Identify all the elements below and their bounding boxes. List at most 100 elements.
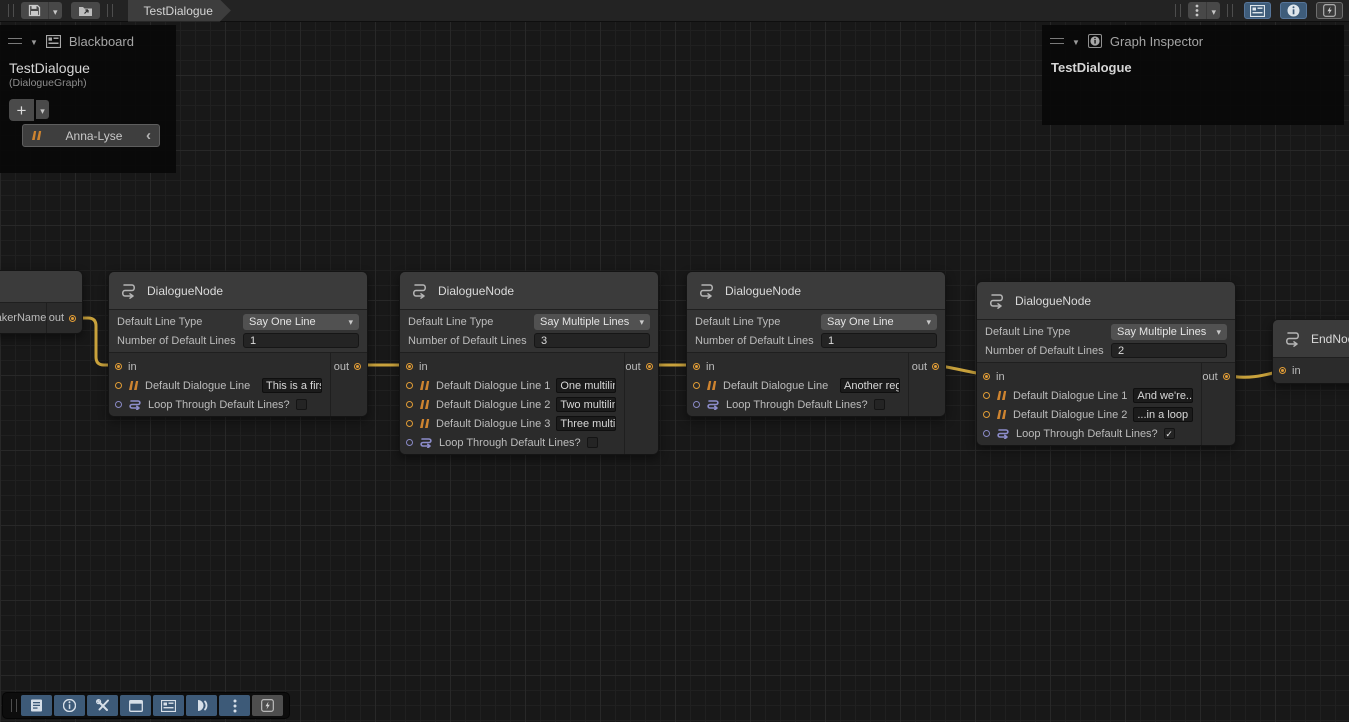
num-lines-field[interactable]: 1 xyxy=(243,333,359,348)
start-node[interactable]: StartNode SpeakerName out xyxy=(0,270,83,334)
panel-drag-handle-icon[interactable] xyxy=(1050,38,1064,44)
dialogue-line-port[interactable] xyxy=(406,401,413,408)
node-header[interactable]: DialogueNode xyxy=(400,272,658,310)
node-title: DialogueNode xyxy=(147,284,223,298)
end-node[interactable]: EndNode in xyxy=(1272,319,1349,384)
toolbar-drag-handle[interactable] xyxy=(8,4,14,17)
save-button[interactable] xyxy=(21,2,48,19)
dialogue-node-4[interactable]: DialogueNode Default Line Type Say Multi… xyxy=(976,281,1236,446)
inspector-toggle-button[interactable] xyxy=(1280,2,1307,19)
options-dropdown-button[interactable] xyxy=(1206,2,1220,19)
out-port[interactable] xyxy=(1223,373,1230,380)
num-lines-field[interactable]: 2 xyxy=(1111,343,1227,358)
loop-port[interactable] xyxy=(115,401,122,408)
panel-drag-handle-icon[interactable] xyxy=(8,38,22,44)
blackboard-icon xyxy=(46,35,61,48)
dialogue-line-port[interactable] xyxy=(693,382,700,389)
num-lines-field[interactable]: 1 xyxy=(821,333,937,348)
dialogue-line-label: Default Dialogue Line 2 xyxy=(1013,409,1127,421)
node-header[interactable]: StartNode xyxy=(0,271,82,303)
toolbar-drag-handle[interactable] xyxy=(107,4,113,17)
num-lines-field[interactable]: 3 xyxy=(534,333,650,348)
preview-toggle-button[interactable] xyxy=(1316,2,1343,19)
inspector-button[interactable] xyxy=(54,695,85,716)
save-dropdown-button[interactable] xyxy=(48,2,62,19)
dialogue-line-field[interactable]: One multiline xyxy=(556,378,616,393)
out-port[interactable] xyxy=(354,363,361,370)
dialogue-line-port[interactable] xyxy=(406,382,413,389)
line-type-dropdown[interactable]: Say Multiple Lines xyxy=(534,314,650,330)
open-asset-button[interactable] xyxy=(71,2,100,19)
dialogue-line-port[interactable] xyxy=(115,382,122,389)
dialogue-node-2[interactable]: DialogueNode Default Line Type Say Multi… xyxy=(399,271,659,455)
window-button[interactable] xyxy=(120,695,151,716)
dialogue-line-field[interactable]: Two multiline xyxy=(556,397,616,412)
toolbar-drag-handle[interactable] xyxy=(1227,4,1233,17)
dialogue-line-port[interactable] xyxy=(406,420,413,427)
node-header[interactable]: DialogueNode xyxy=(687,272,945,310)
dialogue-line-port[interactable] xyxy=(983,392,990,399)
num-lines-label: Number of Default Lines xyxy=(408,335,530,347)
out-port-label: out xyxy=(1202,371,1217,383)
line-type-dropdown[interactable]: Say Multiple Lines xyxy=(1111,324,1227,340)
blackboard-toggle-button[interactable] xyxy=(1244,2,1271,19)
out-port[interactable] xyxy=(932,363,939,370)
dialogue-line-field[interactable]: Another regu xyxy=(840,378,900,393)
out-port[interactable] xyxy=(646,363,653,370)
dialogue-line-label: Default Dialogue Line xyxy=(145,380,250,392)
node-header[interactable]: EndNode xyxy=(1273,320,1349,358)
top-toolbar: TestDialogue xyxy=(0,0,1349,22)
in-port[interactable] xyxy=(983,373,990,380)
loop-checkbox[interactable] xyxy=(874,399,885,410)
document-lines-icon xyxy=(30,699,43,712)
dialogue-line-field[interactable]: And we're... xyxy=(1133,388,1193,403)
loop-icon xyxy=(996,428,1010,439)
dropdown-arrow-icon xyxy=(639,316,644,328)
loop-port[interactable] xyxy=(693,401,700,408)
node-properties: Default Line Type Say Multiple Lines Num… xyxy=(977,320,1235,363)
in-port[interactable] xyxy=(1279,367,1286,374)
node-header[interactable]: DialogueNode xyxy=(977,282,1235,320)
graph-inspector-header[interactable]: Graph Inspector xyxy=(1042,25,1344,54)
chevron-left-icon[interactable] xyxy=(146,127,151,145)
options-button[interactable] xyxy=(1188,2,1206,19)
save-icon xyxy=(28,4,41,17)
preview-button[interactable] xyxy=(186,695,217,716)
foldout-arrow-icon[interactable] xyxy=(30,32,38,50)
overflow-menu-button[interactable] xyxy=(219,695,250,716)
spark-button[interactable] xyxy=(252,695,283,716)
dialogue-node-1[interactable]: DialogueNode Default Line Type Say One L… xyxy=(108,271,368,417)
foldout-arrow-icon[interactable] xyxy=(1072,32,1080,50)
out-port[interactable] xyxy=(69,315,76,322)
loop-port[interactable] xyxy=(983,430,990,437)
kebab-menu-icon xyxy=(1195,4,1199,17)
caret-down-icon xyxy=(53,3,58,18)
loop-checkbox[interactable] xyxy=(587,437,598,448)
line-type-dropdown[interactable]: Say One Line xyxy=(821,314,937,330)
toolbar-drag-handle[interactable] xyxy=(1175,4,1181,17)
dialogue-line-field[interactable]: Three multilin xyxy=(556,416,616,431)
blackboard-graph-name: TestDialogue xyxy=(0,54,176,76)
line-type-dropdown[interactable]: Say One Line xyxy=(243,314,359,330)
blackboard-button[interactable] xyxy=(153,695,184,716)
in-port[interactable] xyxy=(693,363,700,370)
blackboard-header[interactable]: Blackboard xyxy=(0,25,176,54)
toolbar-drag-handle[interactable] xyxy=(11,699,17,712)
tools-button[interactable] xyxy=(87,695,118,716)
dialogue-list-button[interactable] xyxy=(21,695,52,716)
line-type-value: Say Multiple Lines xyxy=(1117,326,1206,338)
blackboard-property-row[interactable]: Anna-Lyse xyxy=(22,124,160,147)
add-property-dropdown-button[interactable] xyxy=(36,100,49,119)
add-property-button[interactable]: + xyxy=(9,99,34,121)
breadcrumb-tab-testdialogue[interactable]: TestDialogue xyxy=(128,0,231,22)
dialogue-line-field[interactable]: ...in a loop xyxy=(1133,407,1193,422)
in-port[interactable] xyxy=(115,363,122,370)
in-port[interactable] xyxy=(406,363,413,370)
node-header[interactable]: DialogueNode xyxy=(109,272,367,310)
loop-checkbox[interactable] xyxy=(296,399,307,410)
loop-port[interactable] xyxy=(406,439,413,446)
dialogue-line-field[interactable]: This is a first xyxy=(262,378,322,393)
loop-checkbox[interactable]: ✓ xyxy=(1164,428,1175,439)
dialogue-node-3[interactable]: DialogueNode Default Line Type Say One L… xyxy=(686,271,946,417)
dialogue-line-port[interactable] xyxy=(983,411,990,418)
